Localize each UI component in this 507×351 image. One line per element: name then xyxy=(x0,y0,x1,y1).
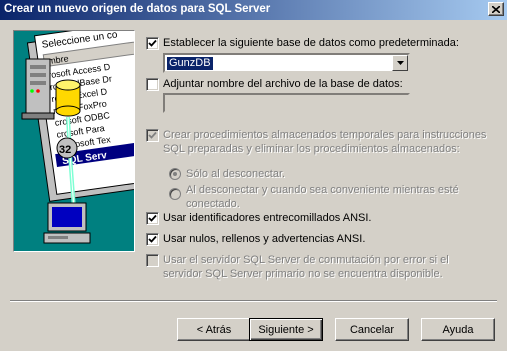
radio-disconnect-label: Sólo al desconectar. xyxy=(186,168,286,180)
quoted-ids-checkbox[interactable] xyxy=(146,212,159,225)
window-title: Crear un nuevo origen de datos para SQL … xyxy=(4,3,271,15)
ansi-nulls-label[interactable]: Usar nulos, rellenos y advertencias ANSI… xyxy=(163,232,365,246)
radio-when-appropriate-label: Al desconectar y cuando sea conveniente … xyxy=(186,184,459,210)
temp-procs-checkbox[interactable] xyxy=(146,129,159,142)
radio-disconnect[interactable] xyxy=(169,168,181,180)
cancel-button[interactable]: Cancelar xyxy=(335,318,409,341)
checkmark-icon xyxy=(148,131,157,139)
default-db-checkbox[interactable] xyxy=(146,37,159,50)
database-select[interactable]: GunzDB xyxy=(163,53,410,73)
illus-badge: 32 xyxy=(59,144,71,156)
quoted-ids-label[interactable]: Usar identificadores entrecomillados ANS… xyxy=(163,211,371,225)
default-db-label[interactable]: Establecer la siguiente base de datos co… xyxy=(163,36,459,50)
checkmark-icon xyxy=(148,235,157,243)
next-button[interactable]: Siguiente > xyxy=(249,318,323,341)
badge-32-icon: 32 xyxy=(56,137,78,159)
computer-icon xyxy=(43,202,91,244)
failover-label: Usar el servidor SQL Server de conmutaci… xyxy=(163,254,449,280)
server-icon xyxy=(21,58,55,120)
dropdown-button[interactable] xyxy=(392,55,408,71)
attach-file-label[interactable]: Adjuntar nombre del archivo de la base d… xyxy=(163,77,403,91)
ansi-nulls-checkbox[interactable] xyxy=(146,233,159,246)
checkmark-icon xyxy=(148,39,157,47)
temp-procs-label: Crear procedimientos almacenados tempora… xyxy=(163,129,487,155)
close-button[interactable] xyxy=(488,2,504,16)
database-select-value: GunzDB xyxy=(167,57,213,70)
attach-file-checkbox[interactable] xyxy=(146,78,159,91)
datasource-graphic: Seleccione un co mbre rosoft Access D ro… xyxy=(14,31,134,251)
checkmark-icon xyxy=(148,214,157,222)
failover-checkbox[interactable] xyxy=(146,254,159,267)
help-button[interactable]: Ayuda xyxy=(421,318,495,341)
chevron-down-icon xyxy=(396,61,404,65)
close-icon xyxy=(492,5,500,13)
radio-when-appropriate[interactable] xyxy=(169,188,181,200)
filename-input[interactable] xyxy=(163,93,410,113)
separator xyxy=(10,300,497,302)
wizard-illustration: Seleccione un co mbre rosoft Access D ro… xyxy=(13,30,135,252)
database-icon xyxy=(55,79,81,117)
title-bar: Crear un nuevo origen de datos para SQL … xyxy=(0,0,507,20)
back-button[interactable]: < Atrás xyxy=(177,318,251,341)
